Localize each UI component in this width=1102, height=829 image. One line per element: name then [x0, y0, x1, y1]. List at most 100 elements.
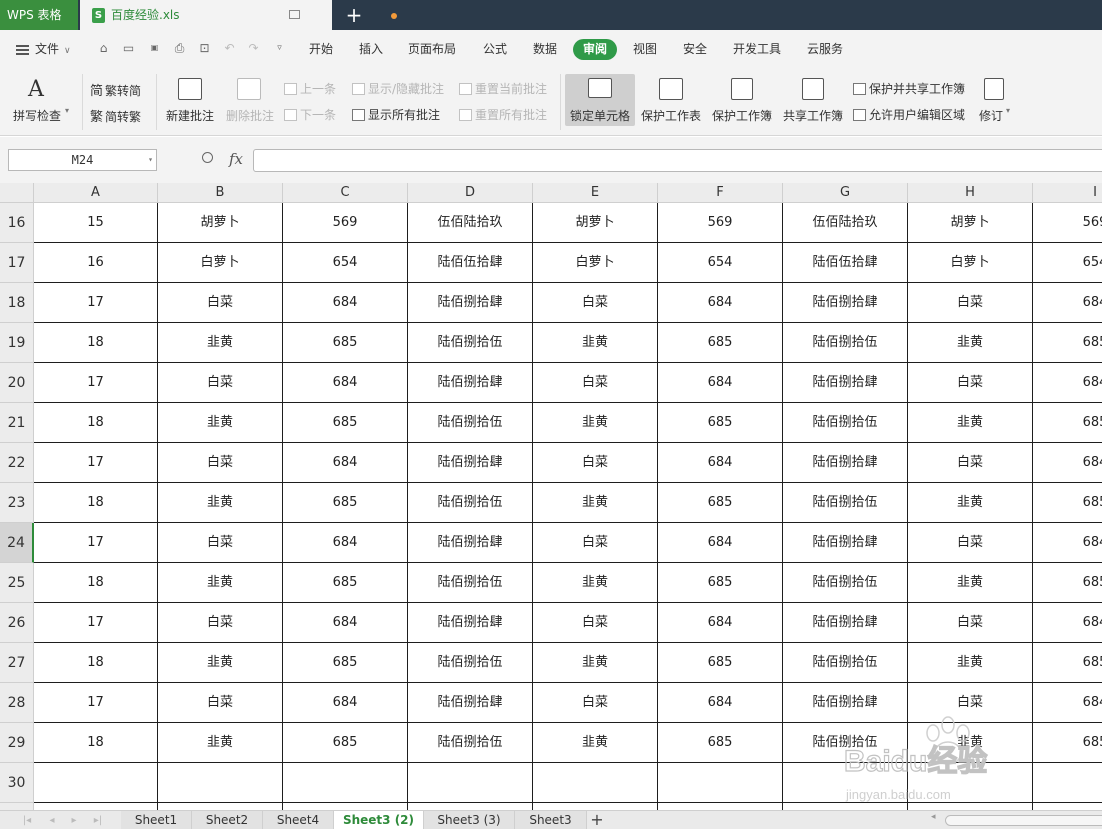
cell-h26[interactable]: 白菜 — [908, 603, 1033, 643]
cell-f31[interactable] — [658, 803, 783, 810]
print-icon[interactable]: ⎙ — [172, 41, 187, 55]
export-pdf-icon[interactable]: ▣ — [147, 41, 162, 55]
cell-b20[interactable]: 白菜 — [158, 363, 283, 403]
tab-formulas[interactable]: 公式 — [483, 30, 507, 68]
sheet-tab-2[interactable]: Sheet2 — [192, 811, 263, 829]
sheet-tab-5[interactable]: Sheet3 (3) — [424, 811, 515, 829]
cell-g31[interactable] — [783, 803, 908, 810]
cell-d19[interactable]: 陆佰捌拾伍 — [408, 323, 533, 363]
scroll-left-icon[interactable]: ◂ — [931, 812, 936, 822]
cell-h28[interactable]: 白菜 — [908, 683, 1033, 723]
cell-b26[interactable]: 白菜 — [158, 603, 283, 643]
row-header-24[interactable]: 24 — [0, 523, 34, 563]
column-header-h[interactable]: H — [908, 183, 1033, 203]
cell-c26[interactable]: 684 — [283, 603, 408, 643]
cell-d22[interactable]: 陆佰捌拾肆 — [408, 443, 533, 483]
row-header-16[interactable]: 16 — [0, 203, 34, 243]
cell-h20[interactable]: 白菜 — [908, 363, 1033, 403]
cell-f29[interactable]: 685 — [658, 723, 783, 763]
add-sheet-button[interactable]: + — [589, 811, 605, 829]
cell-a27[interactable]: 18 — [34, 643, 158, 683]
cell-b27[interactable]: 韭黄 — [158, 643, 283, 683]
cell-h21[interactable]: 韭黄 — [908, 403, 1033, 443]
row-header-30[interactable]: 30 — [0, 763, 34, 803]
cell-e31[interactable] — [533, 803, 658, 810]
cell-h16[interactable]: 胡萝卜 — [908, 203, 1033, 243]
tab-cloud-services[interactable]: 云服务 — [807, 30, 843, 68]
cell-i30[interactable] — [1033, 763, 1102, 803]
simp-to-trad-button[interactable]: 繁简转繁 — [90, 106, 141, 125]
cell-d27[interactable]: 陆佰捌拾伍 — [408, 643, 533, 683]
last-sheet-icon[interactable]: ▸| — [88, 811, 108, 829]
cell-i16[interactable]: 569 — [1033, 203, 1102, 243]
tab-view[interactable]: 视图 — [633, 30, 657, 68]
cell-d21[interactable]: 陆佰捌拾伍 — [408, 403, 533, 443]
cell-a30[interactable] — [34, 763, 158, 803]
cell-e17[interactable]: 白萝卜 — [533, 243, 658, 283]
cell-b18[interactable]: 白菜 — [158, 283, 283, 323]
reset-current-comment-button[interactable]: 重置当前批注 — [459, 80, 547, 97]
cell-c28[interactable]: 684 — [283, 683, 408, 723]
cell-d23[interactable]: 陆佰捌拾伍 — [408, 483, 533, 523]
cell-e18[interactable]: 白菜 — [533, 283, 658, 323]
show-hide-comment-button[interactable]: 显示/隐藏批注 — [352, 80, 444, 97]
scrollbar-thumb[interactable] — [945, 815, 1102, 826]
cell-h19[interactable]: 韭黄 — [908, 323, 1033, 363]
cell-c29[interactable]: 685 — [283, 723, 408, 763]
cell-e29[interactable]: 韭黄 — [533, 723, 658, 763]
cell-a19[interactable]: 18 — [34, 323, 158, 363]
cell-f27[interactable]: 685 — [658, 643, 783, 683]
cell-i29[interactable]: 685 — [1033, 723, 1102, 763]
cell-b17[interactable]: 白萝卜 — [158, 243, 283, 283]
cell-a20[interactable]: 17 — [34, 363, 158, 403]
row-header-29[interactable]: 29 — [0, 723, 34, 763]
cell-h18[interactable]: 白菜 — [908, 283, 1033, 323]
row-header-26[interactable]: 26 — [0, 603, 34, 643]
file-menu-button[interactable]: 文件 ∨ — [16, 30, 71, 68]
cell-e30[interactable] — [533, 763, 658, 803]
cell-i28[interactable]: 684 — [1033, 683, 1102, 723]
cell-e21[interactable]: 韭黄 — [533, 403, 658, 443]
cell-g23[interactable]: 陆佰捌拾伍 — [783, 483, 908, 523]
cell-c20[interactable]: 684 — [283, 363, 408, 403]
cell-e26[interactable]: 白菜 — [533, 603, 658, 643]
cell-b16[interactable]: 胡萝卜 — [158, 203, 283, 243]
cell-c27[interactable]: 685 — [283, 643, 408, 683]
cell-h29[interactable]: 韭黄 — [908, 723, 1033, 763]
redo-icon[interactable]: ↷ — [246, 41, 261, 55]
cell-d31[interactable] — [408, 803, 533, 810]
cell-g21[interactable]: 陆佰捌拾伍 — [783, 403, 908, 443]
cell-i26[interactable]: 684 — [1033, 603, 1102, 643]
cell-h27[interactable]: 韭黄 — [908, 643, 1033, 683]
cell-a18[interactable]: 17 — [34, 283, 158, 323]
cell-h31[interactable] — [908, 803, 1033, 810]
cell-c23[interactable]: 685 — [283, 483, 408, 523]
cell-a24[interactable]: 17 — [34, 523, 158, 563]
cell-h22[interactable]: 白菜 — [908, 443, 1033, 483]
cell-b21[interactable]: 韭黄 — [158, 403, 283, 443]
show-all-comments-button[interactable]: 显示所有批注 — [352, 106, 440, 123]
cell-a22[interactable]: 17 — [34, 443, 158, 483]
cell-e20[interactable]: 白菜 — [533, 363, 658, 403]
document-tab[interactable]: S 百度经验.xls — [80, 0, 397, 30]
cell-e24[interactable]: 白菜 — [533, 523, 658, 563]
cell-e28[interactable]: 白菜 — [533, 683, 658, 723]
cell-c18[interactable]: 684 — [283, 283, 408, 323]
cell-f17[interactable]: 654 — [658, 243, 783, 283]
sheet-tab-4[interactable]: Sheet3 (2) — [334, 811, 424, 829]
lock-cell-button[interactable]: 锁定单元格 — [565, 74, 635, 126]
sheet-tab-3[interactable]: Sheet4 — [263, 811, 334, 829]
cell-a16[interactable]: 15 — [34, 203, 158, 243]
cell-b30[interactable] — [158, 763, 283, 803]
zoom-search-icon[interactable] — [202, 152, 213, 163]
tab-data[interactable]: 数据 — [533, 30, 557, 68]
row-header-31[interactable]: 31 — [0, 803, 34, 810]
row-header-25[interactable]: 25 — [0, 563, 34, 603]
cell-h25[interactable]: 韭黄 — [908, 563, 1033, 603]
undo-icon[interactable]: ↶ — [222, 41, 237, 55]
cell-f25[interactable]: 685 — [658, 563, 783, 603]
cell-i19[interactable]: 685 — [1033, 323, 1102, 363]
cell-c24[interactable]: 684 — [283, 523, 408, 563]
cell-b23[interactable]: 韭黄 — [158, 483, 283, 523]
cell-g20[interactable]: 陆佰捌拾肆 — [783, 363, 908, 403]
